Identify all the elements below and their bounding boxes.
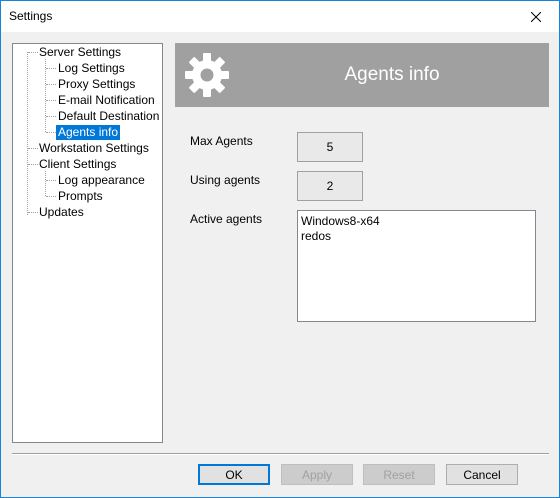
- using-agents-label: Using agents: [190, 173, 261, 187]
- tree-line: [46, 68, 56, 69]
- title-bar[interactable]: Settings: [1, 1, 559, 32]
- tree-item-client-settings[interactable]: Client Settings: [37, 157, 118, 172]
- reset-button[interactable]: Reset: [363, 464, 435, 485]
- max-agents-value: 5: [297, 132, 363, 162]
- tree-item-prompts[interactable]: Prompts: [56, 189, 105, 204]
- tree-item-updates[interactable]: Updates: [37, 205, 86, 220]
- tree-item-log-settings[interactable]: Log Settings: [56, 61, 127, 76]
- window-title: Settings: [9, 9, 53, 23]
- tree-line: [46, 196, 56, 197]
- tree-line: [46, 132, 56, 133]
- close-icon: [531, 11, 541, 22]
- tree-item-default-destination[interactable]: Default Destination: [56, 109, 161, 124]
- cancel-button[interactable]: Cancel: [446, 464, 518, 485]
- tree-item-email-notification[interactable]: E-mail Notification: [56, 93, 157, 108]
- list-item[interactable]: Windows8-x64: [298, 214, 535, 229]
- apply-button[interactable]: Apply: [281, 464, 353, 485]
- ok-button[interactable]: OK: [198, 464, 270, 485]
- tree-item-proxy-settings[interactable]: Proxy Settings: [56, 77, 137, 92]
- tree-line: [27, 52, 28, 215]
- active-agents-list[interactable]: Windows8-x64 redos: [297, 210, 536, 322]
- gear-icon: [185, 53, 229, 97]
- tree-line: [46, 84, 56, 85]
- list-item[interactable]: redos: [298, 229, 535, 244]
- tree-item-workstation-settings[interactable]: Workstation Settings: [37, 141, 151, 156]
- tree-item-log-appearance[interactable]: Log appearance: [56, 173, 147, 188]
- tree-line: [45, 59, 46, 132]
- tree-line: [45, 171, 46, 196]
- panel-header: Agents info: [175, 43, 549, 107]
- max-agents-label: Max Agents: [190, 134, 253, 148]
- settings-window: Settings Server Settings Log Settings Pr…: [0, 0, 560, 498]
- tree-item-agents-info[interactable]: Agents info: [56, 125, 121, 140]
- settings-tree[interactable]: Server Settings Log Settings Proxy Setti…: [12, 43, 163, 443]
- tree-line: [46, 180, 56, 181]
- tree-line: [46, 100, 56, 101]
- tree-item-server-settings[interactable]: Server Settings: [37, 45, 123, 60]
- active-agents-label: Active agents: [190, 212, 263, 226]
- tree-line: [46, 116, 56, 117]
- footer-separator: [12, 453, 549, 455]
- close-button[interactable]: [513, 1, 559, 32]
- panel-title: Agents info: [344, 64, 440, 85]
- using-agents-value: 2: [297, 171, 363, 201]
